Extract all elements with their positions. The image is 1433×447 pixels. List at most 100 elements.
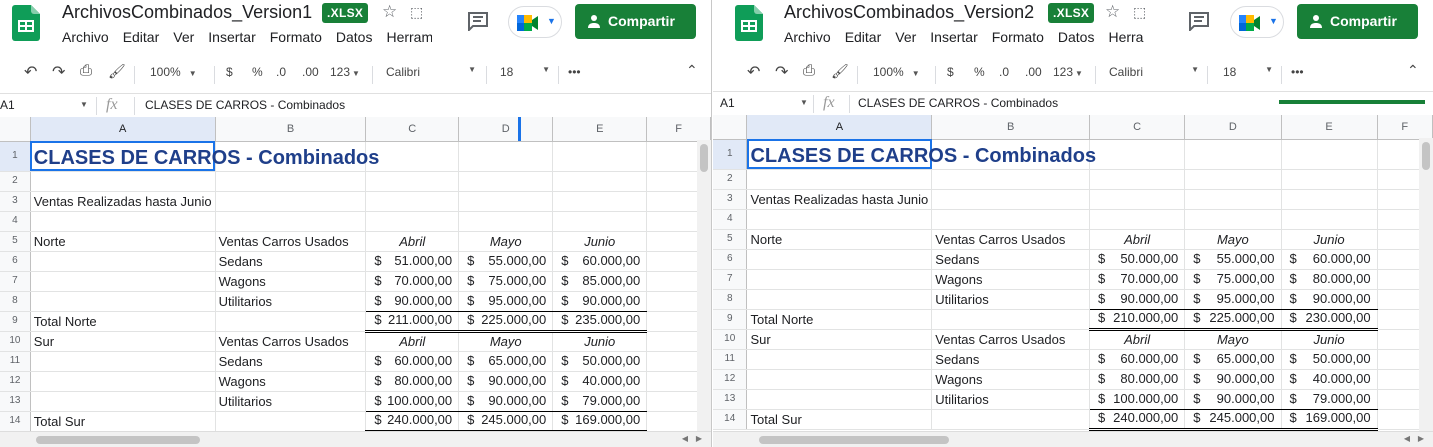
row-header[interactable]: 11 [713, 349, 748, 370]
cell-total[interactable]: $240.000,00 [365, 411, 460, 431]
menu-ver[interactable]: Ver [173, 29, 194, 45]
cell-month[interactable]: Junio [552, 331, 648, 352]
cell[interactable] [931, 189, 1091, 210]
row-header[interactable]: 1 [713, 139, 748, 170]
cell-value[interactable]: $90.000,00 [1281, 289, 1378, 310]
cell-value[interactable]: $90.000,00 [552, 291, 648, 312]
cell-total[interactable]: $245.000,00 [1184, 409, 1282, 431]
row-header[interactable]: 6 [713, 249, 748, 270]
name-box[interactable]: A1 ▼ [0, 98, 92, 112]
horizontal-scroll-thumb[interactable] [759, 436, 949, 444]
vertical-scrollbar[interactable] [1419, 138, 1433, 431]
cell-value[interactable]: $100.000,00 [1089, 389, 1186, 410]
column-header-e[interactable]: E [1281, 115, 1378, 140]
sheets-logo-icon[interactable] [735, 5, 763, 41]
row-header[interactable]: 9 [713, 309, 748, 330]
document-title[interactable]: ArchivosCombinados_Version2 [784, 2, 1034, 23]
cell[interactable] [931, 309, 1091, 330]
cell[interactable] [1281, 189, 1378, 210]
font-size-select[interactable]: 18 ▼ [500, 65, 550, 79]
sheet-table[interactable]: ABCDEF 1 CLASES DE CARROS - Combinados 2 … [713, 115, 1433, 431]
increase-decimal-button[interactable]: .00 [302, 65, 319, 79]
collapse-chevron-up-icon[interactable]: ⌃ [686, 62, 698, 79]
menu-archivo[interactable]: Archivo [62, 29, 109, 45]
cell-label[interactable]: Wagons [215, 371, 367, 392]
print-icon[interactable]: ⎙ [803, 62, 815, 79]
cell-month[interactable]: Junio [1281, 329, 1378, 350]
cell-region[interactable]: Norte [746, 229, 933, 250]
paint-format-icon[interactable]: 🖌 [831, 63, 849, 80]
cell-value[interactable]: $50.000,00 [1089, 249, 1186, 270]
cell-month[interactable]: Abril [1089, 329, 1186, 350]
cell-section-header[interactable]: Ventas Carros Usados [931, 229, 1091, 250]
cell[interactable] [1281, 139, 1378, 170]
meet-button[interactable]: ▼ [508, 6, 562, 38]
row-header[interactable]: 12 [713, 369, 748, 390]
scroll-left-icon[interactable]: ◀ [679, 433, 691, 445]
horizontal-scrollbar[interactable]: ◀ ▶ [0, 431, 711, 447]
cell-label[interactable]: Wagons [215, 271, 367, 292]
zoom-select[interactable]: 100% ▼ [873, 65, 920, 79]
row-header[interactable]: 14 [713, 409, 748, 430]
column-resize-handle[interactable] [518, 117, 521, 141]
cell-value[interactable]: $90.000,00 [458, 371, 554, 392]
currency-format-button[interactable]: $ [226, 65, 233, 79]
cell-label[interactable]: Sedans [215, 351, 367, 372]
cell-value[interactable]: $55.000,00 [1184, 249, 1282, 270]
cell-label[interactable]: Utilitarios [931, 389, 1091, 410]
menu-herramientas[interactable]: Herram [386, 29, 433, 45]
cell-label[interactable]: Sedans [931, 349, 1091, 370]
cell-value[interactable]: $50.000,00 [552, 351, 648, 372]
cell-value[interactable]: $50.000,00 [1281, 349, 1378, 370]
menu-datos[interactable]: Datos [336, 29, 373, 45]
scroll-right-icon[interactable]: ▶ [693, 433, 705, 445]
row-header[interactable]: 3 [713, 189, 748, 210]
cell-label[interactable]: Utilitarios [215, 391, 367, 412]
row-header[interactable]: 10 [0, 331, 31, 352]
cell-label[interactable]: Sedans [931, 249, 1091, 270]
cell[interactable] [746, 369, 933, 390]
cell-value[interactable]: $100.000,00 [365, 391, 460, 412]
cell-value[interactable]: $95.000,00 [1184, 289, 1282, 310]
cell[interactable] [1281, 169, 1378, 190]
comment-history-icon[interactable] [1188, 11, 1210, 31]
number-format-select[interactable]: 123 ▼ [330, 65, 360, 79]
row-header[interactable]: 5 [0, 231, 31, 252]
cell[interactable] [365, 211, 460, 232]
cell[interactable] [30, 371, 216, 392]
cell-total[interactable]: $225.000,00 [1184, 309, 1282, 331]
currency-format-button[interactable]: $ [947, 65, 954, 79]
cell-region[interactable]: Norte [30, 231, 216, 252]
cell-month[interactable]: Abril [1089, 229, 1186, 250]
cell-value[interactable]: $70.000,00 [1089, 269, 1186, 290]
decrease-decimal-button[interactable]: .0 [276, 65, 286, 79]
cell-value[interactable]: $80.000,00 [1089, 369, 1186, 390]
row-header[interactable]: 5 [713, 229, 748, 250]
cell-value[interactable]: $70.000,00 [365, 271, 460, 292]
cell-value[interactable]: $65.000,00 [458, 351, 554, 372]
cell-value[interactable]: $75.000,00 [1184, 269, 1282, 290]
print-icon[interactable]: ⎙ [80, 62, 92, 79]
cell-total[interactable]: $245.000,00 [458, 411, 554, 431]
sheets-logo-icon[interactable] [12, 5, 40, 41]
horizontal-scrollbar[interactable]: ◀ ▶ [713, 431, 1433, 447]
comment-history-icon[interactable] [467, 11, 489, 31]
cell-label[interactable]: Wagons [931, 269, 1091, 290]
menu-formato[interactable]: Formato [992, 29, 1044, 45]
cell-value[interactable]: $80.000,00 [365, 371, 460, 392]
cell[interactable] [215, 171, 367, 192]
row-header[interactable]: 7 [0, 271, 31, 292]
row-header[interactable]: 2 [0, 171, 31, 192]
cell-label[interactable]: Utilitarios [931, 289, 1091, 310]
cell-label[interactable]: Wagons [931, 369, 1091, 390]
cell[interactable] [746, 169, 933, 190]
font-size-select[interactable]: 18 ▼ [1223, 65, 1273, 79]
cell-total[interactable]: $240.000,00 [1089, 409, 1186, 431]
cell-value[interactable]: $79.000,00 [1281, 389, 1378, 410]
move-folder-icon[interactable]: ⬚ [410, 2, 423, 22]
percent-format-button[interactable]: % [974, 65, 985, 79]
cell[interactable] [458, 191, 554, 212]
menu-archivo[interactable]: Archivo [784, 29, 831, 45]
cell[interactable] [1184, 189, 1282, 210]
cell[interactable] [458, 141, 554, 172]
